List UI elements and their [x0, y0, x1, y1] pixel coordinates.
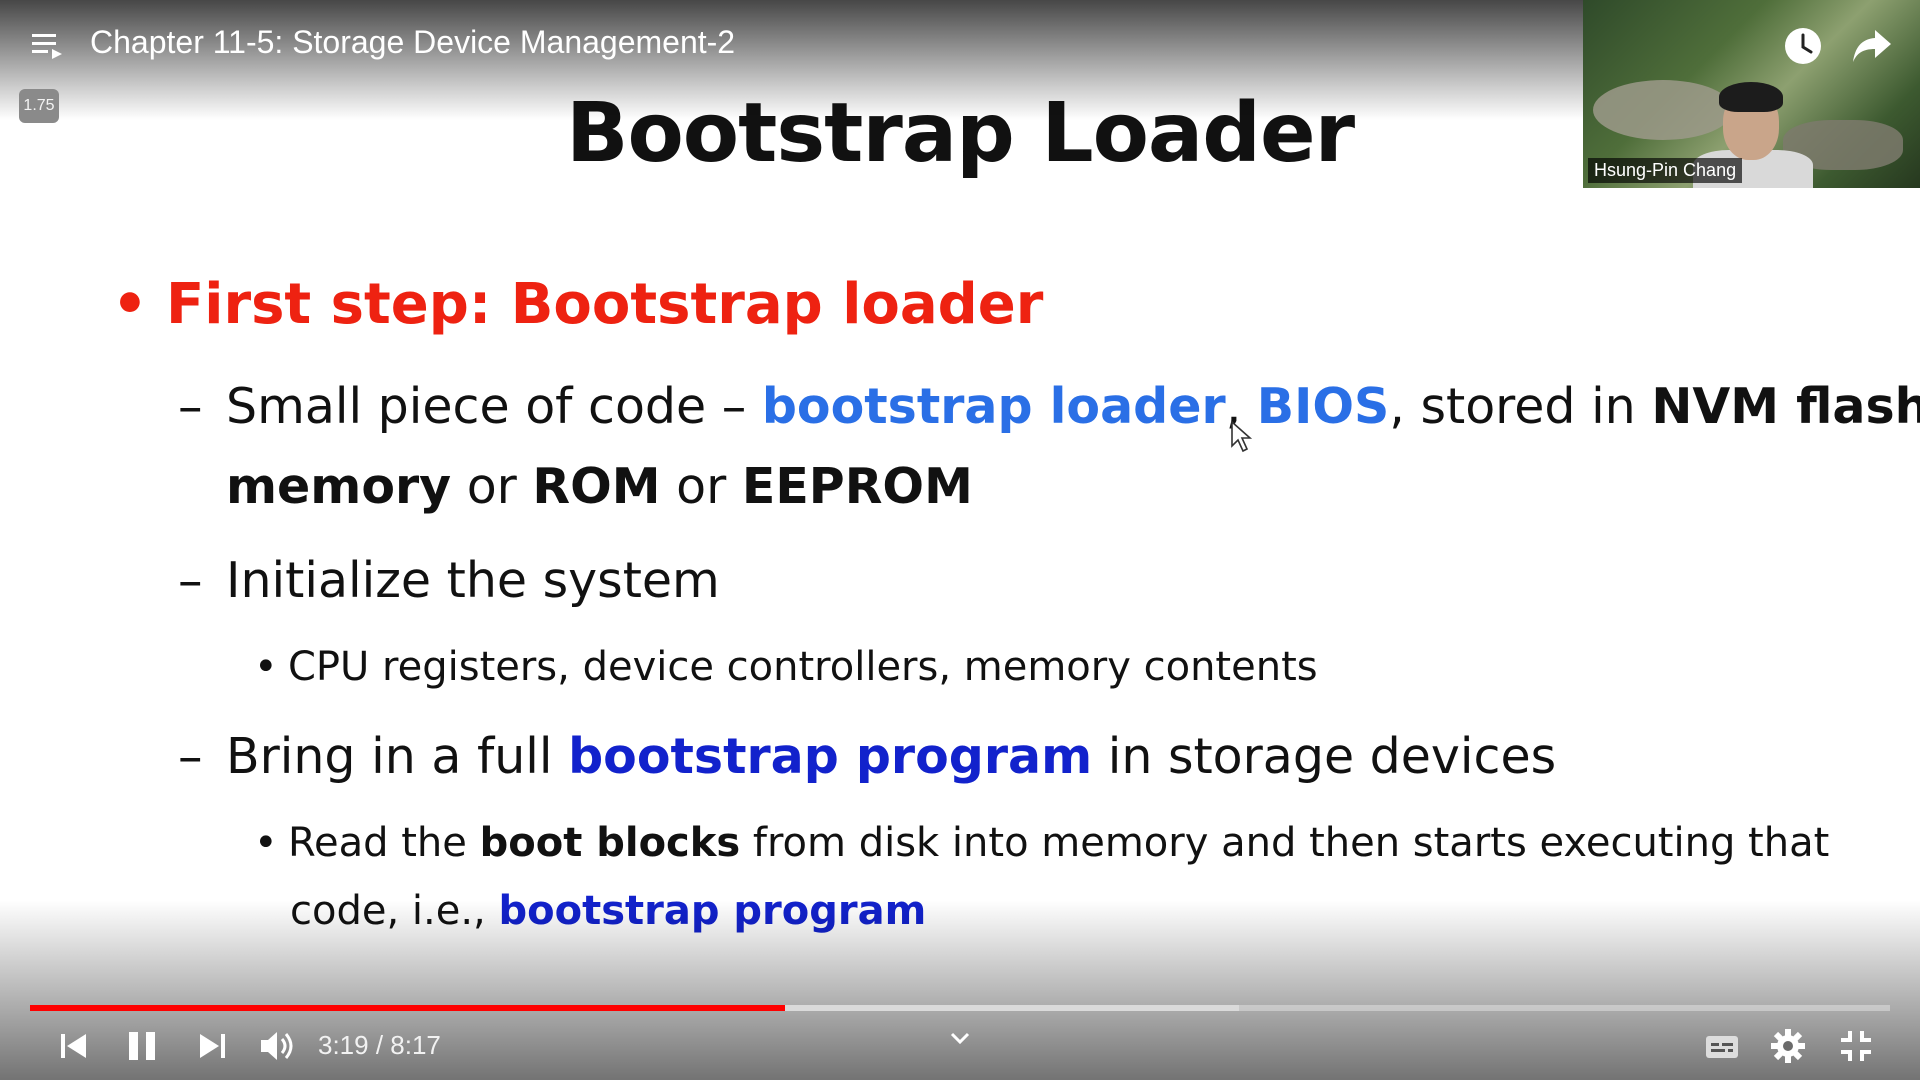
playback-speed-badge[interactable]: 1.75 [19, 89, 59, 123]
gear-icon[interactable] [1770, 1028, 1806, 1064]
video-title[interactable]: Chapter 11-5: Storage Device Management-… [90, 24, 735, 61]
item-initialize-sub: • CPU registers, device controllers, memo… [254, 644, 1318, 690]
chevron-down-icon[interactable] [948, 1030, 972, 1046]
item-bring-in: – Bring in a full bootstrap program in st… [178, 728, 1557, 785]
prev-icon[interactable] [56, 1028, 92, 1064]
item-initialize: – Initialize the system [178, 552, 720, 609]
item-small-code: – Small piece of code – bootstrap loader,… [178, 378, 1920, 435]
item-bring-in-sub: • Read the boot blocks from disk into mem… [254, 820, 1830, 866]
playlist-icon[interactable] [30, 28, 66, 64]
captions-icon[interactable] [1704, 1028, 1740, 1064]
progress-played[interactable] [30, 1005, 786, 1011]
presenter-name: Hsung-Pin Chang [1588, 158, 1743, 183]
bullet-first-step: • First step: Bootstrap loader [112, 272, 1044, 337]
volume-icon[interactable] [258, 1028, 296, 1064]
share-icon[interactable] [1851, 26, 1893, 66]
mouse-cursor-icon [1231, 420, 1253, 453]
item-small-code-cont: memory or ROM or EEPROM [226, 458, 973, 515]
clock-icon[interactable] [1783, 26, 1823, 66]
pause-icon[interactable] [124, 1028, 160, 1064]
time-display: 3:19 / 8:17 [318, 1030, 441, 1060]
exit-fullscreen-icon[interactable] [1838, 1028, 1874, 1064]
next-icon[interactable] [194, 1028, 230, 1064]
